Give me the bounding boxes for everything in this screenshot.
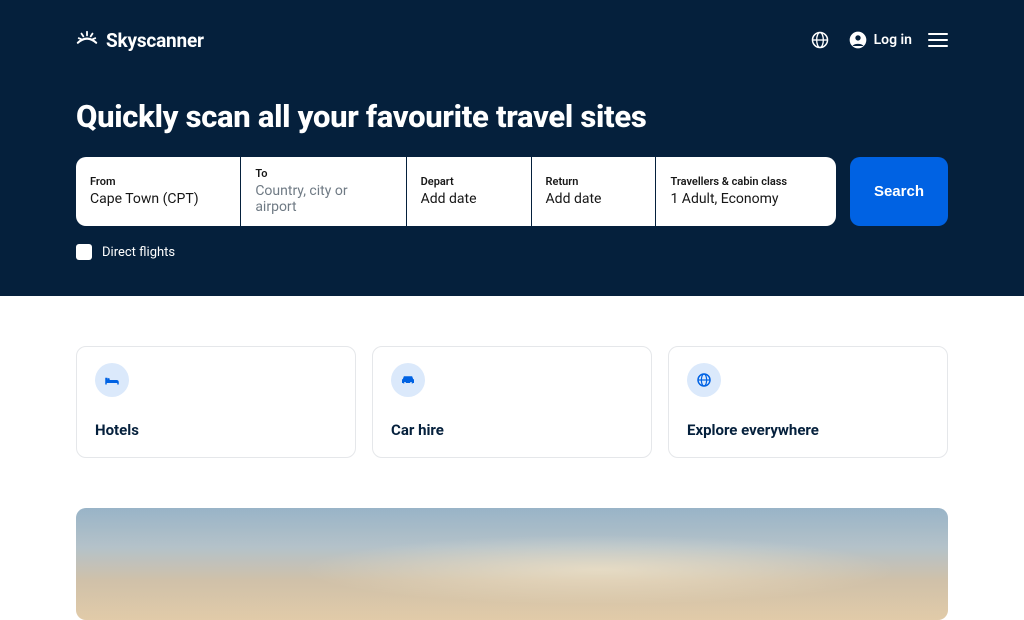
search-button[interactable]: Search: [850, 157, 948, 226]
hotel-icon: [95, 363, 129, 397]
card-label: Explore everywhere: [687, 421, 929, 439]
to-label: To: [255, 167, 391, 180]
return-label: Return: [546, 175, 642, 188]
direct-flights-checkbox[interactable]: [76, 244, 92, 260]
search-form: From Cape Town (CPT) To Country, city or…: [76, 157, 948, 226]
travellers-value: 1 Adult, Economy: [670, 191, 821, 207]
carhire-card[interactable]: Car hire: [372, 346, 652, 458]
burger-line-icon: [928, 45, 948, 47]
to-placeholder: Country, city or airport: [255, 183, 391, 215]
hotels-card[interactable]: Hotels: [76, 346, 356, 458]
to-field[interactable]: To Country, city or airport: [241, 157, 405, 226]
globe-icon: [810, 30, 830, 50]
from-value: Cape Town (CPT): [90, 191, 226, 207]
direct-flights-label: Direct flights: [102, 245, 175, 260]
user-circle-icon: [848, 30, 868, 50]
return-field[interactable]: Return Add date: [532, 157, 656, 226]
brand-name: Skyscanner: [106, 29, 204, 52]
depart-value: Add date: [421, 191, 517, 207]
brand-logo[interactable]: Skyscanner: [76, 29, 204, 52]
menu-button[interactable]: [928, 33, 948, 47]
login-label: Log in: [874, 32, 912, 48]
car-icon: [391, 363, 425, 397]
from-label: From: [90, 175, 226, 188]
skyscanner-sun-icon: [76, 29, 98, 51]
return-value: Add date: [546, 191, 642, 207]
card-label: Hotels: [95, 421, 337, 439]
globe-icon: [687, 363, 721, 397]
card-label: Car hire: [391, 421, 633, 439]
login-button[interactable]: Log in: [848, 30, 912, 50]
from-field[interactable]: From Cape Town (CPT): [76, 157, 240, 226]
burger-line-icon: [928, 39, 948, 41]
burger-line-icon: [928, 33, 948, 35]
depart-field[interactable]: Depart Add date: [407, 157, 531, 226]
explore-card[interactable]: Explore everywhere: [668, 346, 948, 458]
region-language-button[interactable]: [808, 28, 832, 52]
depart-label: Depart: [421, 175, 517, 188]
travellers-label: Travellers & cabin class: [670, 175, 821, 188]
travellers-field[interactable]: Travellers & cabin class 1 Adult, Econom…: [656, 157, 835, 226]
page-headline: Quickly scan all your favourite travel s…: [76, 98, 948, 135]
promo-banner[interactable]: [76, 508, 948, 620]
